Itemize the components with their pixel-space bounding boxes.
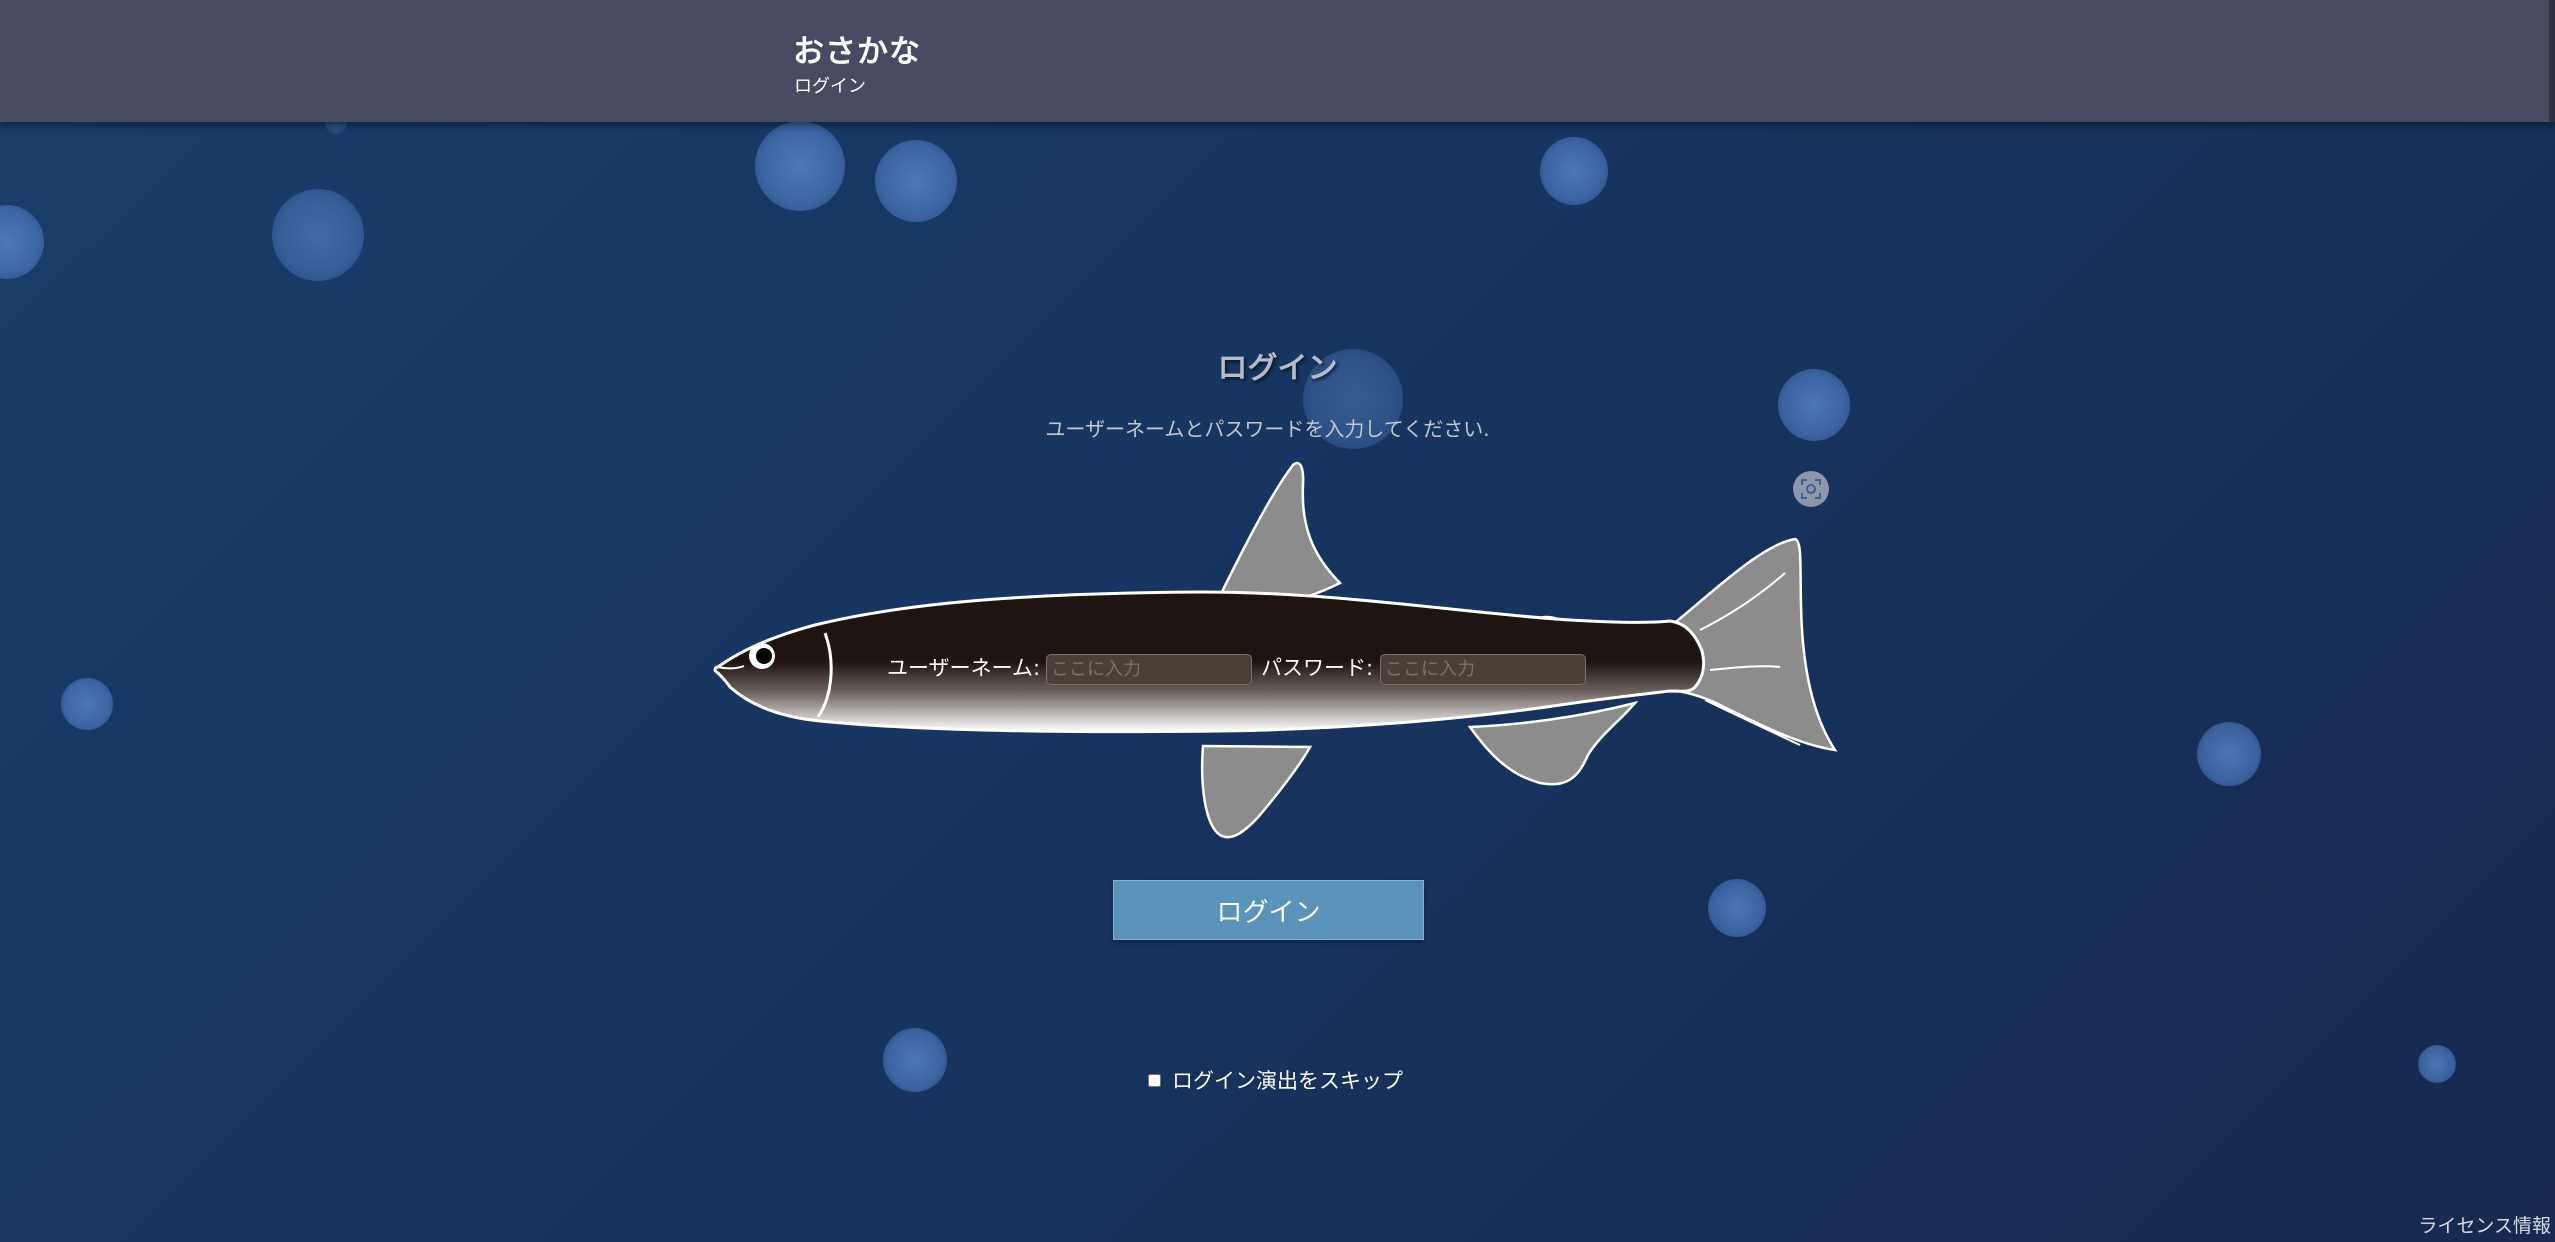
skip-animation-label[interactable]: ログイン演出をスキップ: [1172, 1065, 1403, 1095]
scrollbar[interactable]: [2549, 0, 2555, 122]
skip-animation-checkbox[interactable]: [1148, 1073, 1161, 1087]
skip-animation-option[interactable]: ログイン演出をスキップ: [1148, 1065, 1403, 1095]
username-label: ユーザーネーム:: [887, 656, 1041, 680]
page-subtitle: ログイン: [794, 76, 866, 97]
app-title: おさかな: [793, 34, 921, 70]
bubble: [272, 189, 364, 281]
bubble: [0, 205, 44, 279]
bubble: [883, 1028, 947, 1092]
bubble: [755, 121, 845, 211]
fish-illustration: [713, 461, 1838, 839]
login-heading: ログイン: [1217, 351, 1338, 386]
bubble: [1708, 879, 1766, 937]
username-input[interactable]: [1046, 654, 1252, 685]
bubble: [2197, 722, 2261, 786]
app-header: おさかな ログイン: [0, 0, 2555, 122]
dorsal-fin: [1210, 461, 1343, 615]
login-screen: おさかな ログイン ログイン ユーザーネームとパスワードを入力してください. ユ…: [0, 0, 2555, 1242]
bubble: [1540, 137, 1608, 205]
login-button[interactable]: ログイン: [1113, 880, 1424, 940]
password-label: パスワード:: [1261, 656, 1374, 680]
scan-icon[interactable]: [1793, 471, 1829, 507]
bubble: [2418, 1045, 2456, 1083]
pelvic-fin: [1200, 744, 1313, 839]
license-link[interactable]: ライセンス情報: [2418, 1211, 2551, 1238]
bubble: [875, 140, 957, 222]
password-input[interactable]: [1380, 654, 1586, 685]
scan-glyph: [1801, 479, 1821, 499]
bubble: [61, 678, 113, 730]
login-instruction: ユーザーネームとパスワードを入力してください.: [1045, 417, 1490, 441]
